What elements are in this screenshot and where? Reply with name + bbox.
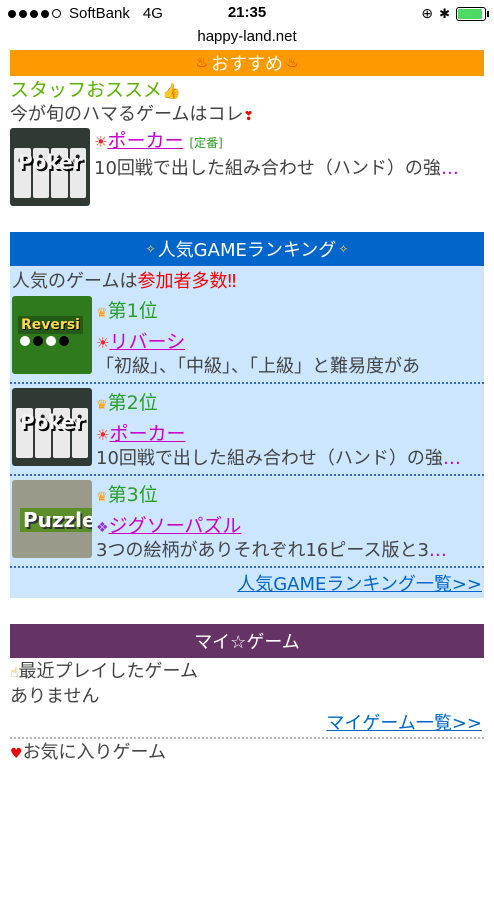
ranking-item-1[interactable]: Reversi ♛第1位 ☀リバーシ 「初級」、「中級」、「上級」と難易度があ bbox=[10, 296, 484, 384]
hearts-icon: ❣ bbox=[243, 109, 254, 123]
ranking-item-3[interactable]: Puzzle ♛第3位 ❖ジグソーパズル 3つの絵柄がありそれぞれ16ピース版と… bbox=[10, 476, 484, 568]
reversi-thumbnail[interactable]: Reversi bbox=[12, 296, 92, 374]
mygame-header: マイ☆ゲーム bbox=[10, 624, 484, 658]
heart-icon: ♥ bbox=[10, 746, 23, 762]
crown-icon: ♛ bbox=[96, 306, 108, 321]
ranking-more-link[interactable]: 人気GAMEランキング一覧>> bbox=[237, 574, 482, 595]
recent-empty: ありません bbox=[10, 686, 100, 707]
game-desc: 「初級」、「中級」、「上級」と難易度があ bbox=[96, 356, 420, 377]
recommend-header: ♨ おすすめ ♨ bbox=[10, 50, 484, 76]
puzzle-thumbnail[interactable]: Puzzle bbox=[12, 480, 92, 558]
sun-icon: ☀ bbox=[96, 334, 110, 352]
sun-icon: ☀ bbox=[94, 133, 108, 151]
clock: 21:35 bbox=[227, 4, 267, 21]
puzzle-piece-icon: ❖ bbox=[96, 520, 109, 536]
ranking-header: ✧ 人気GAMEランキング ✧ bbox=[10, 232, 484, 266]
reversi-link[interactable]: リバーシ bbox=[109, 331, 185, 353]
recommend-game[interactable]: ♠ ♣ ♠ ♣ Poker ☀ポーカー [定番] 10回戦で出した組み合わせ（ハンド）の… bbox=[10, 128, 484, 206]
poker-thumbnail[interactable]: ♠ ♣ ♠ ♣ Poker bbox=[10, 128, 90, 206]
ranking-lead: 人気のゲームは参加者多数‼ bbox=[12, 271, 237, 292]
hot-spring-icon: ♨ bbox=[286, 55, 299, 71]
rank-label: 第2位 bbox=[107, 392, 158, 414]
poker-link[interactable]: ポーカー bbox=[107, 130, 183, 152]
ranking-list: 人気のゲームは参加者多数‼ Reversi ♛第1位 ☀リバーシ 「初級」、「中… bbox=[10, 266, 484, 598]
url-bar[interactable]: happy-land.net bbox=[0, 28, 494, 50]
poker-link[interactable]: ポーカー bbox=[109, 423, 185, 445]
hand-icon: ☝ bbox=[10, 665, 19, 681]
hot-spring-icon: ♨ bbox=[195, 55, 208, 71]
tag-label: [定番] bbox=[189, 136, 223, 150]
sun-icon: ☀ bbox=[96, 426, 110, 444]
game-desc: 10回戦で出した組み合わせ（ハンド）の強… bbox=[96, 448, 461, 469]
battery-icon bbox=[456, 6, 489, 21]
mygame-more-link[interactable]: マイゲーム一覧>> bbox=[326, 713, 482, 734]
ranking-title: 人気GAMEランキング bbox=[157, 240, 337, 261]
mygame-title: マイ☆ゲーム bbox=[194, 632, 300, 653]
rank-label: 第1位 bbox=[107, 300, 158, 322]
crown-icon: ♛ bbox=[96, 490, 108, 505]
jigsaw-link[interactable]: ジグソーパズル bbox=[109, 515, 242, 537]
exclamation-icon: ‼ bbox=[227, 271, 237, 292]
url-text: happy-land.net bbox=[197, 28, 297, 45]
status-bar: SoftBank 4G 21:35 ⊕ ✱ bbox=[0, 0, 494, 28]
sparkle-icon: ✧ bbox=[338, 242, 349, 256]
bluetooth-icon: ✱ bbox=[439, 5, 450, 21]
ranking-item-2[interactable]: ♠ ♣ ♠ ♣ Poker ♛第2位 ☀ポーカー 10回戦で出した組み合わせ（ハンド）… bbox=[10, 384, 484, 476]
recommend-title: おすすめ bbox=[211, 54, 283, 75]
staff-pick-label: スタッフおススメ👍 bbox=[10, 79, 181, 101]
thumbs-up-icon: 👍 bbox=[162, 82, 181, 100]
rank-label: 第3位 bbox=[107, 484, 158, 506]
poker-thumbnail[interactable]: ♠ ♣ ♠ ♣ Poker bbox=[12, 388, 92, 466]
recent-label: ☝最近プレイしたゲーム bbox=[10, 661, 198, 682]
game-desc: 10回戦で出した組み合わせ（ハンド）の強… bbox=[94, 158, 459, 179]
game-desc: 3つの絵柄がありそれぞれ16ピース版と3… bbox=[96, 540, 447, 561]
sparkle-icon: ✧ bbox=[145, 242, 156, 256]
orientation-lock-icon: ⊕ bbox=[421, 5, 434, 21]
page-content: ♨ おすすめ ♨ スタッフおススメ👍 今が旬のハマるゲームはコレ❣ ♠ ♣ ♠ ♣ P… bbox=[10, 50, 484, 766]
favorites-label: ♥お気に入りゲーム bbox=[10, 742, 167, 763]
recommend-lead: 今が旬のハマるゲームはコレ❣ bbox=[10, 104, 254, 125]
crown-icon: ♛ bbox=[96, 398, 108, 413]
